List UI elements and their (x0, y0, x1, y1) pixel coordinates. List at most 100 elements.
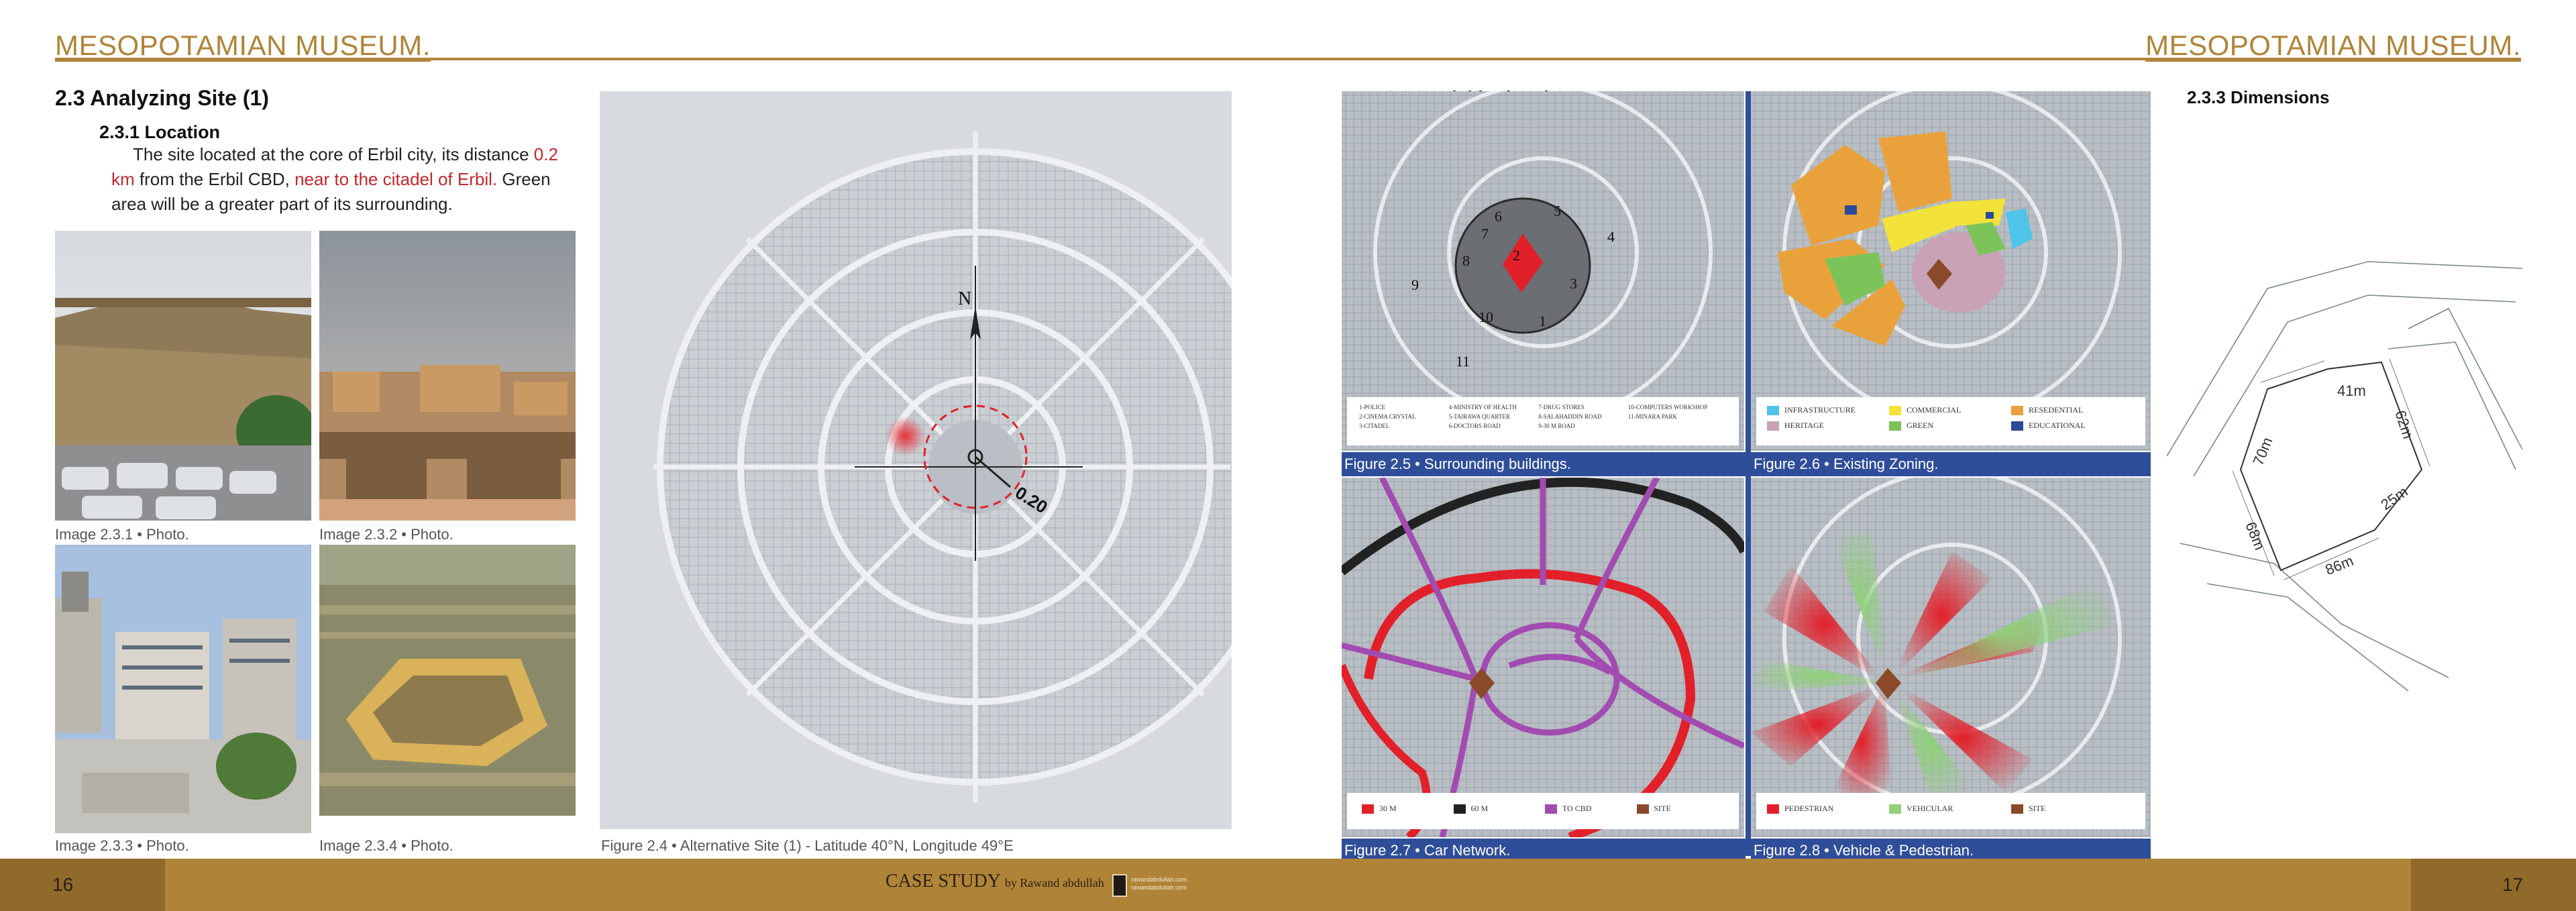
fig25-num-9: 9 (1411, 276, 1419, 293)
fig25-num-7: 7 (1481, 225, 1489, 242)
fig25-legend-item: 2-CINEMA CRYSTAL (1359, 413, 1416, 420)
fig25-legend-item: 1-POLICE (1359, 404, 1385, 411)
paragraph-highlight-citadel: near to the citadel of Erbil. (294, 169, 498, 189)
fig27-legend-swatch (1453, 804, 1466, 814)
location-paragraph: The site located at the core of Erbil ci… (111, 142, 581, 217)
section-title: 2.3 Analyzing Site (1) (55, 86, 269, 110)
photo-caption-3: Image 2.3.3 • Photo. (55, 837, 189, 854)
photo-citadel-parking (55, 231, 311, 521)
site-dimensions-drawing: 41m 62m 25m 86m 68m 70m (2167, 248, 2522, 704)
fig27-legend-swatch (1636, 804, 1649, 814)
dimension-label-41m: 41m (2337, 382, 2366, 399)
fig26-legend-swatch (2011, 421, 2023, 431)
site-location-map: N 0.20 (600, 91, 1232, 829)
footer-left-block (0, 859, 165, 911)
fig28-legend: PEDESTRIAN VEHICULAR SITE (1760, 796, 2140, 826)
photo-caption-4: Image 2.3.4 • Photo. (319, 837, 453, 854)
fig26-legend-label: INFRASTRUCTURE (1784, 405, 1856, 415)
fig26-legend-label: RESEDENTIAL (2029, 405, 2084, 415)
fig28-legend-item: VEHICULAR (1889, 804, 2011, 814)
fig26-legend-label: COMMERCIAL (1907, 405, 1962, 415)
fig28-legend-item: PEDESTRIAN (1767, 804, 1889, 814)
figure-existing-zoning: INFRASTRUCTURE COMMERCIAL RESEDENTIAL HERIT… (1751, 91, 2151, 451)
page-number-right: 17 (2502, 874, 2524, 895)
fig28-legend-label: SITE (2029, 804, 2046, 813)
fig25-num-6: 6 (1495, 208, 1502, 225)
footer-url-2[interactable]: rawandabdullah.com (1131, 883, 1187, 892)
fig27-legend: 30 M 60 M TO CBD SITE (1355, 796, 1735, 826)
photo-caption-2: Image 2.3.2 • Photo. (319, 526, 453, 543)
photo-city-buildings (55, 545, 311, 833)
header-rule (55, 58, 2521, 60)
fig26-caption: Figure 2.6 • Existing Zoning. (1751, 452, 2151, 476)
fig27-legend-label: 60 M (1470, 804, 1489, 813)
fig27-legend-swatch (1362, 804, 1374, 814)
fig25-num-5: 5 (1554, 203, 1561, 219)
fig25-legend-item: 5-TAIRAWA QUARTER (1448, 413, 1510, 420)
fig26-legend-swatch (1889, 405, 1901, 415)
subsection-title-location: 2.3.1 Location (99, 122, 221, 142)
fig25-legend-item: 8-SALAHADDIN ROAD (1538, 413, 1602, 420)
fig28-legend-swatch (1889, 804, 1901, 814)
fig25-legend-item: 11-MINARA PARK (1627, 413, 1677, 420)
fig26-legend-swatch (1767, 421, 1779, 431)
fig26-legend-item: HERITAGE (1767, 421, 1889, 431)
fig26-legend-label: HERITAGE (1784, 421, 1825, 430)
footer-case-study-label: CASE STUDY (885, 871, 1000, 892)
fig28-legend-swatch (1767, 804, 1779, 814)
fig25-legend-item: 10-COMPUTERS WORKSHOP (1627, 404, 1708, 411)
page-number-left: 16 (52, 874, 74, 895)
fig26-legend-item: RESEDENTIAL (2011, 405, 2133, 415)
fig27-legend-item: 60 M (1453, 804, 1546, 814)
fig26-legend-label: EDUCATIONAL (2029, 421, 2086, 430)
figure-divider (1746, 91, 1751, 856)
photo-citadel-aerial (319, 545, 576, 816)
author-logo-icon (1112, 874, 1127, 897)
fig25-num-11: 11 (1456, 353, 1470, 370)
header-right-title: MESOPOTAMIAN MUSEUM. (2145, 30, 2521, 61)
fig25-caption: Figure 2.5 • Surrounding buildings. (1342, 452, 1746, 476)
photo-erbil-skyline (319, 231, 576, 521)
footer-urls: rawandabdullah.com rawandabdullah.com (1131, 875, 1187, 892)
footer-url-1[interactable]: rawandabdullah.com (1131, 875, 1187, 883)
fig25-num-3: 3 (1570, 275, 1577, 292)
fig28-legend-swatch (2011, 804, 2023, 814)
fig25-legend-item: 6-DOCTORS ROAD (1448, 423, 1501, 429)
fig27-legend-swatch (1545, 804, 1557, 814)
header-left-title: MESOPOTAMIAN MUSEUM. (55, 30, 431, 61)
fig26-legend-item: GREEN (1889, 421, 2011, 431)
figure-car-network: 30 M 60 M TO CBD SITE (1342, 478, 1744, 837)
figure-vehicle-pedestrian: PEDESTRIAN VEHICULAR SITE (1751, 478, 2151, 837)
fig27-legend-label: 30 M (1379, 804, 1397, 813)
fig25-num-2: 2 (1513, 247, 1520, 264)
fig25-num-4: 4 (1607, 228, 1615, 245)
map-north-label: N (958, 288, 972, 309)
fig25-legend-item: 9-30 M ROAD (1538, 423, 1575, 429)
fig27-legend-label: SITE (1654, 804, 1671, 813)
photo-caption-1: Image 2.3.1 • Photo. (55, 526, 189, 543)
fig26-legend-swatch (1767, 405, 1779, 415)
fig26-legend-swatch (2011, 405, 2023, 415)
fig25-num-8: 8 (1462, 252, 1470, 269)
fig25-legend-item: 7-DRUG STORES (1538, 404, 1585, 411)
fig25-legend-item: 3-CITADEL (1359, 423, 1390, 429)
fig26-legend: INFRASTRUCTURE COMMERCIAL RESEDENTIAL HERIT… (1760, 401, 2140, 441)
site-map-caption: Figure 2.4 • Alternative Site (1) - Lati… (601, 837, 1014, 854)
footer-right-block (2411, 859, 2576, 911)
fig26-legend-item: EDUCATIONAL (2011, 421, 2133, 431)
fig26-legend-label: GREEN (1907, 421, 1933, 430)
fig27-legend-item: SITE (1636, 804, 1729, 814)
fig26-legend-item: INFRASTRUCTURE (1767, 405, 1889, 415)
fig28-legend-item: SITE (2011, 804, 2133, 814)
fig25-num-1: 1 (1539, 313, 1546, 329)
fig26-legend-item: COMMERCIAL (1889, 405, 2011, 415)
fig27-legend-item: 30 M (1362, 804, 1454, 814)
fig25-legend: 1-POLICE 4-MINISTRY OF HEALTH 7-DRUG STO… (1355, 401, 1735, 441)
dimensions-title: 2.3.3 Dimensions (2187, 87, 2330, 107)
fig26-legend-swatch (1889, 421, 1901, 431)
fig25-num-10: 10 (1479, 309, 1493, 325)
figure-surrounding-buildings: 2 1 3 4 5 6 7 8 9 10 11 1-POLICE 4-MINIS… (1342, 91, 1744, 451)
footer-byline: by Rawand abdullah (1004, 876, 1104, 890)
footer-case-study: CASE STUDY by Rawand abdullah (885, 871, 1104, 892)
paragraph-part-1: The site located at the core of Erbil ci… (133, 144, 534, 164)
